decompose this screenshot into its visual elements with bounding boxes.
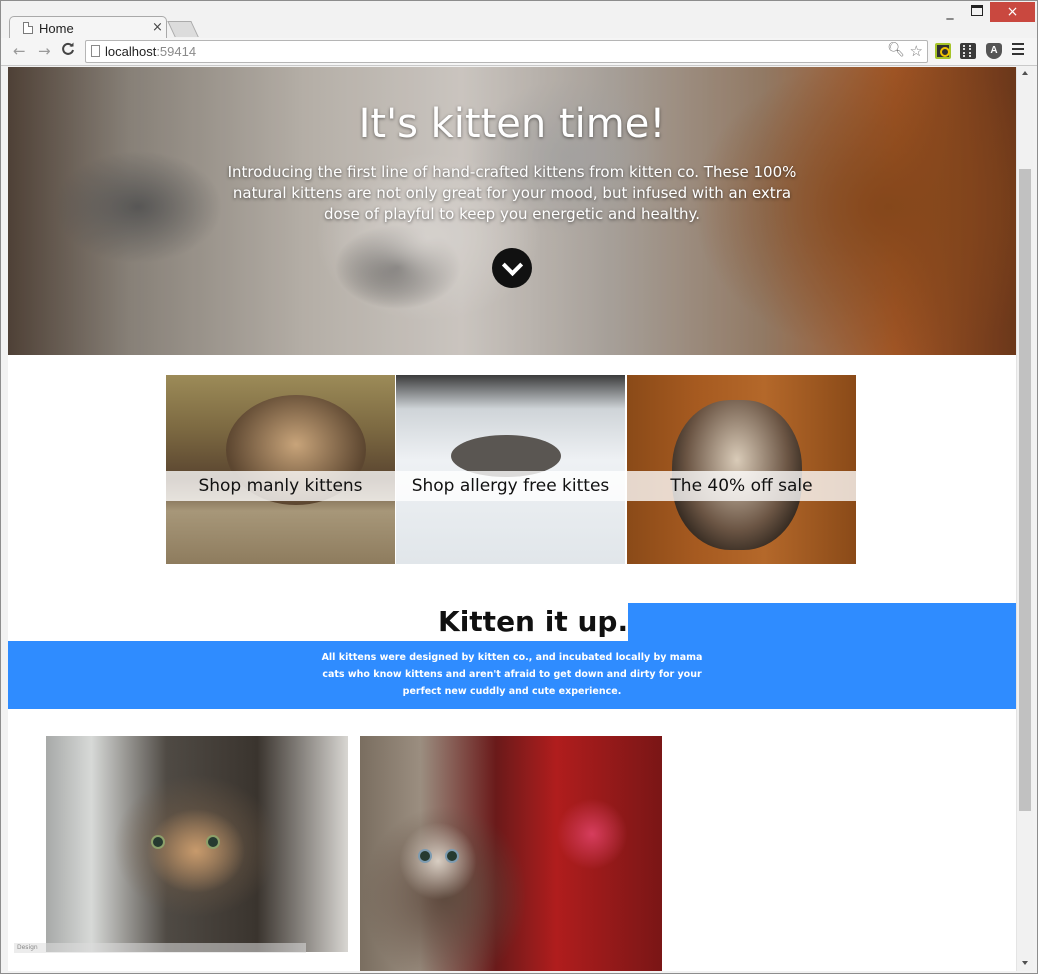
title-bar: Home × _ × xyxy=(1,1,1037,39)
tile-label: Shop manly kittens xyxy=(166,471,395,501)
section-title: Kitten it up. xyxy=(438,603,629,641)
extension-angular-icon[interactable]: A xyxy=(986,43,1002,59)
kitten-photo-tabby xyxy=(46,736,348,952)
scroll-down-button[interactable] xyxy=(492,248,532,288)
scroll-thumb[interactable] xyxy=(1019,169,1031,811)
hero-description: Introducing the first line of hand-craft… xyxy=(227,163,797,223)
page-icon xyxy=(91,45,100,57)
url-text[interactable]: localhost:59414 xyxy=(105,44,196,59)
address-bar[interactable]: localhost:59414 🔍︎ ☆ xyxy=(85,40,928,63)
reload-glyph xyxy=(62,42,74,55)
eye xyxy=(418,849,432,863)
maximize-button[interactable] xyxy=(971,5,983,16)
page-icon xyxy=(23,22,33,34)
kitten-photo-calico xyxy=(360,736,662,971)
scroll-up-arrow-icon[interactable] xyxy=(1022,71,1028,75)
star-icon[interactable]: ☆ xyxy=(910,42,923,60)
tile-manly-kittens[interactable]: Shop manly kittens xyxy=(166,375,395,564)
section-accent-bar xyxy=(585,603,1016,641)
extension-film-icon[interactable] xyxy=(960,43,976,59)
hero-section: It's kitten time! Introducing the first … xyxy=(8,67,1016,355)
tab-home[interactable]: Home × xyxy=(9,16,167,39)
tile-label: Shop allergy free kittes xyxy=(396,471,625,501)
page-viewport: It's kitten time! Introducing the first … xyxy=(8,67,1016,971)
section-description: All kittens were designed by kitten co.,… xyxy=(321,652,703,697)
tile-sale[interactable]: The 40% off sale xyxy=(627,375,856,564)
extension-timer-icon[interactable] xyxy=(935,43,951,59)
new-tab-button[interactable] xyxy=(167,21,199,37)
browser-toolbar: ← → localhost:59414 🔍︎ ☆ A xyxy=(1,38,1037,66)
hero-title: It's kitten time! xyxy=(358,101,666,147)
back-icon[interactable]: ← xyxy=(13,42,26,60)
vertical-scrollbar[interactable] xyxy=(1016,67,1033,971)
eye xyxy=(445,849,459,863)
scroll-down-arrow-icon[interactable] xyxy=(1022,961,1028,965)
url-port: :59414 xyxy=(156,44,197,59)
tile-label: The 40% off sale xyxy=(627,471,856,501)
eye xyxy=(151,835,165,849)
forward-icon[interactable]: → xyxy=(38,42,51,60)
minimize-button[interactable]: _ xyxy=(943,5,957,19)
menu-icon[interactable] xyxy=(1012,43,1024,55)
tab-title: Home xyxy=(39,21,74,36)
url-host: localhost xyxy=(105,44,157,59)
tile-allergy-free[interactable]: Shop allergy free kittes xyxy=(396,375,625,564)
zoom-icon[interactable]: 🔍︎ xyxy=(887,42,905,58)
browser-window: Home × _ × ← → localhost:59414 🔍︎ ☆ A It… xyxy=(0,0,1038,974)
tab-close-icon[interactable]: × xyxy=(152,20,163,35)
category-tiles: Shop manly kittens Shop allergy free kit… xyxy=(166,375,858,564)
eye xyxy=(206,835,220,849)
close-window-button[interactable]: × xyxy=(990,2,1035,22)
reload-icon[interactable] xyxy=(61,42,75,60)
dev-overlay-bar: Design xyxy=(14,943,306,953)
